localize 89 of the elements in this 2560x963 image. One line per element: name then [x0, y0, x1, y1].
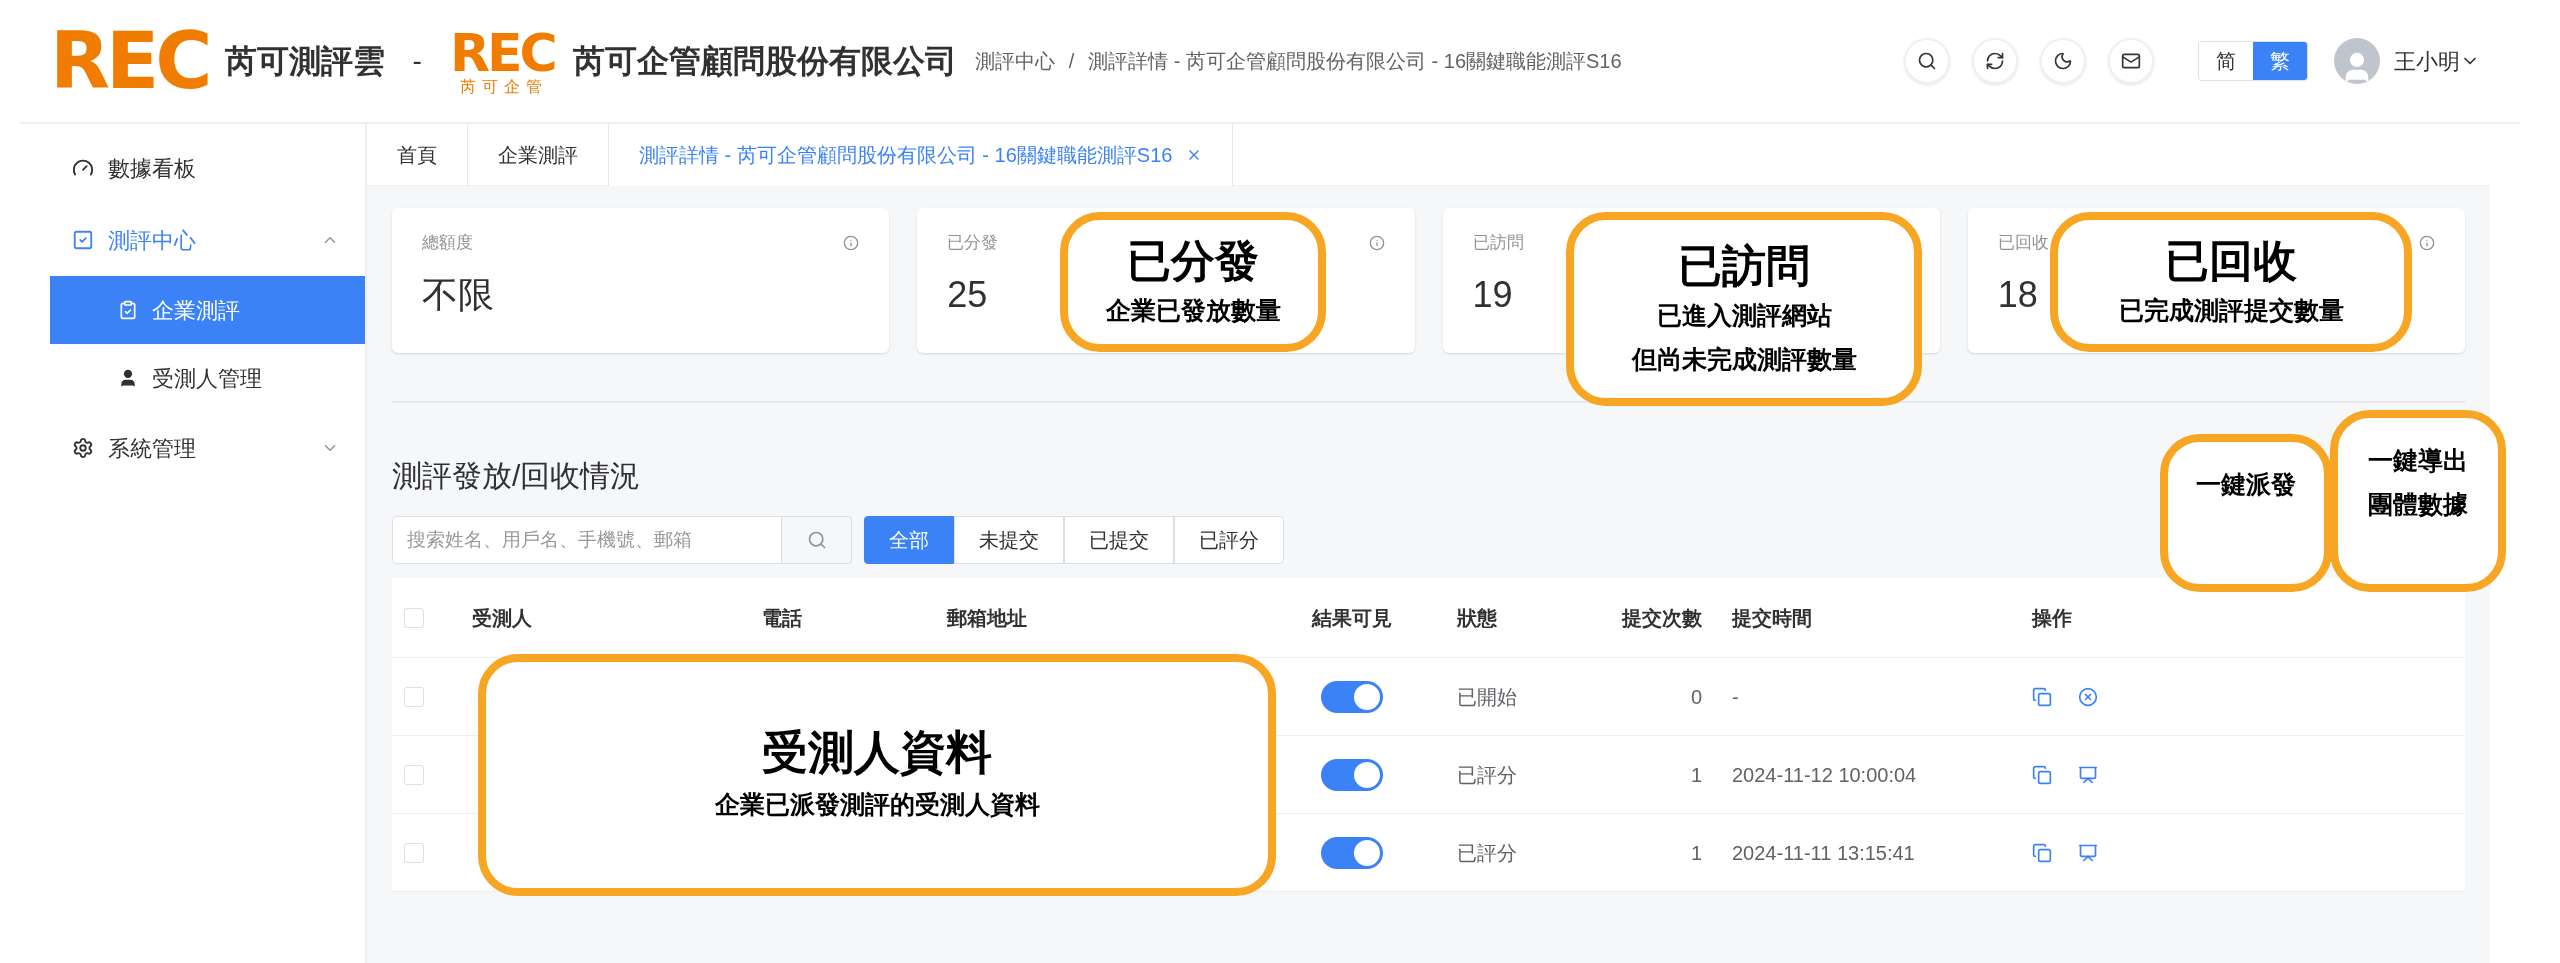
callout-text: 企業已發放數量 [1105, 294, 1281, 326]
toggle-switch[interactable] [1321, 758, 1383, 791]
mail-button[interactable] [2108, 38, 2154, 84]
copy-icon[interactable] [2032, 764, 2052, 785]
search-field[interactable]: 搜索姓名、用戶名、手機號、郵箱 [392, 516, 782, 564]
info-icon[interactable] [843, 234, 860, 251]
callout-text: 一鍵派發 [2196, 469, 2296, 500]
filter-tab[interactable]: 未提交 [954, 516, 1064, 564]
filter-tab[interactable]: 全部 [864, 516, 954, 564]
clipboard-icon [118, 300, 138, 320]
column-header: 受測人 [472, 606, 532, 629]
callout-text: 但尚未完成測評數量 [1631, 343, 1857, 375]
callout-text: 團體數據 [2368, 489, 2468, 520]
breadcrumb[interactable]: 測評中心 [974, 46, 1055, 76]
submit-time: 2024-11-11 13:15:41 [1732, 841, 1915, 864]
callout-text: 已完成測評提交數量 [2118, 294, 2344, 326]
breadcrumb-separator: / [1068, 49, 1075, 74]
callout-text: 企業已派發測評的受測人資料 [714, 788, 1040, 820]
refresh-icon [1985, 51, 2005, 71]
toggle-switch[interactable] [1321, 680, 1383, 713]
checkbox[interactable] [404, 764, 424, 785]
stat-value: 18 [1997, 272, 2038, 317]
presentation-icon[interactable] [2078, 764, 2098, 785]
company-logo: REC 芮可企管 [449, 27, 556, 95]
tab[interactable]: 測評詳情 - 芮可企管顧問股份有限公司 - 16關鍵職能測評S16 [609, 124, 1234, 186]
person-icon [118, 368, 138, 388]
submit-time: - [1732, 685, 1739, 708]
search-icon [806, 530, 827, 550]
copy-icon[interactable] [2032, 842, 2052, 863]
checkbox[interactable] [404, 842, 424, 863]
stat-value: 25 [947, 272, 988, 317]
filter-tab[interactable]: 已評分 [1174, 516, 1284, 564]
submit-count: 0 [1690, 685, 1702, 708]
status-text: 已開始 [1457, 685, 1517, 708]
section-title: 測評發放/回收情況 [392, 458, 641, 494]
submit-count: 1 [1690, 841, 1702, 864]
checkbox[interactable] [404, 607, 424, 628]
column-header: 操作 [2032, 606, 2072, 629]
submit-time: 2024-11-12 10:00:04 [1732, 763, 1917, 786]
callout-title: 受測人資料 [762, 725, 992, 781]
logo: REC [50, 22, 210, 100]
sidebar-item[interactable]: 系統管理 [50, 412, 365, 484]
search-icon [1917, 51, 1937, 71]
sidebar-item[interactable]: 企業測評 [50, 276, 365, 344]
moon-icon [2053, 51, 2073, 71]
checkbox-icon [72, 229, 94, 251]
info-icon[interactable] [1368, 234, 1385, 251]
column-header: 電話 [762, 606, 802, 629]
column-header: 結果可見 [1312, 606, 1392, 629]
status-text: 已評分 [1457, 841, 1517, 864]
stat-value: 不限 [422, 272, 494, 317]
stat-label: 總額度 [422, 232, 473, 254]
brand-name: 芮可測評雲 [224, 42, 385, 81]
moon-button[interactable] [2040, 38, 2086, 84]
sidebar-item[interactable]: 測評中心 [50, 204, 365, 276]
column-header: 提交時間 [1732, 606, 1812, 629]
tab[interactable]: 首頁 [367, 124, 468, 186]
filter-tab[interactable]: 已提交 [1064, 516, 1174, 564]
user-menu[interactable]: 王小明 [2394, 44, 2480, 78]
info-icon[interactable] [2419, 234, 2435, 251]
callout-title: 已回收 [2165, 234, 2297, 287]
toggle-switch[interactable] [1321, 836, 1383, 869]
stat-label: 已分發 [947, 232, 999, 254]
column-header: 提交次數 [1622, 606, 1702, 629]
sidebar-item[interactable]: 數據看板 [50, 132, 365, 204]
column-header: 郵箱地址 [947, 606, 1027, 629]
mail-icon [2121, 51, 2141, 71]
callout-title: 已訪問 [1678, 239, 1810, 292]
checkbox[interactable] [404, 686, 424, 707]
stat-label: 已回收 [1997, 232, 2049, 254]
settings-icon [72, 437, 94, 459]
stat-value: 19 [1472, 272, 1513, 317]
refresh-button[interactable] [1972, 38, 2018, 84]
breadcrumb: 測評詳情 - 芮可企管顧問股份有限公司 - 16關鍵職能測評S16 [1088, 49, 1622, 74]
callout-text: 已進入測評網站 [1656, 299, 1832, 331]
stat-label: 已訪問 [1472, 232, 1524, 254]
submit-count: 1 [1690, 763, 1702, 786]
language-toggle[interactable]: 繁 [2253, 42, 2307, 80]
separator: - [412, 44, 422, 78]
sidebar-item[interactable]: 受測人管理 [50, 344, 365, 412]
company-name: 芮可企管顧問股份有限公司 [572, 42, 957, 81]
copy-icon[interactable] [2032, 686, 2052, 707]
column-header: 狀態 [1457, 606, 1497, 629]
callout-title: 已分發 [1127, 234, 1259, 287]
status-text: 已評分 [1457, 763, 1517, 786]
search-button[interactable] [1904, 38, 1950, 84]
presentation-icon[interactable] [2078, 842, 2098, 863]
cancel-icon[interactable] [2078, 686, 2098, 707]
callout-text: 一鍵導出 [2368, 445, 2468, 476]
